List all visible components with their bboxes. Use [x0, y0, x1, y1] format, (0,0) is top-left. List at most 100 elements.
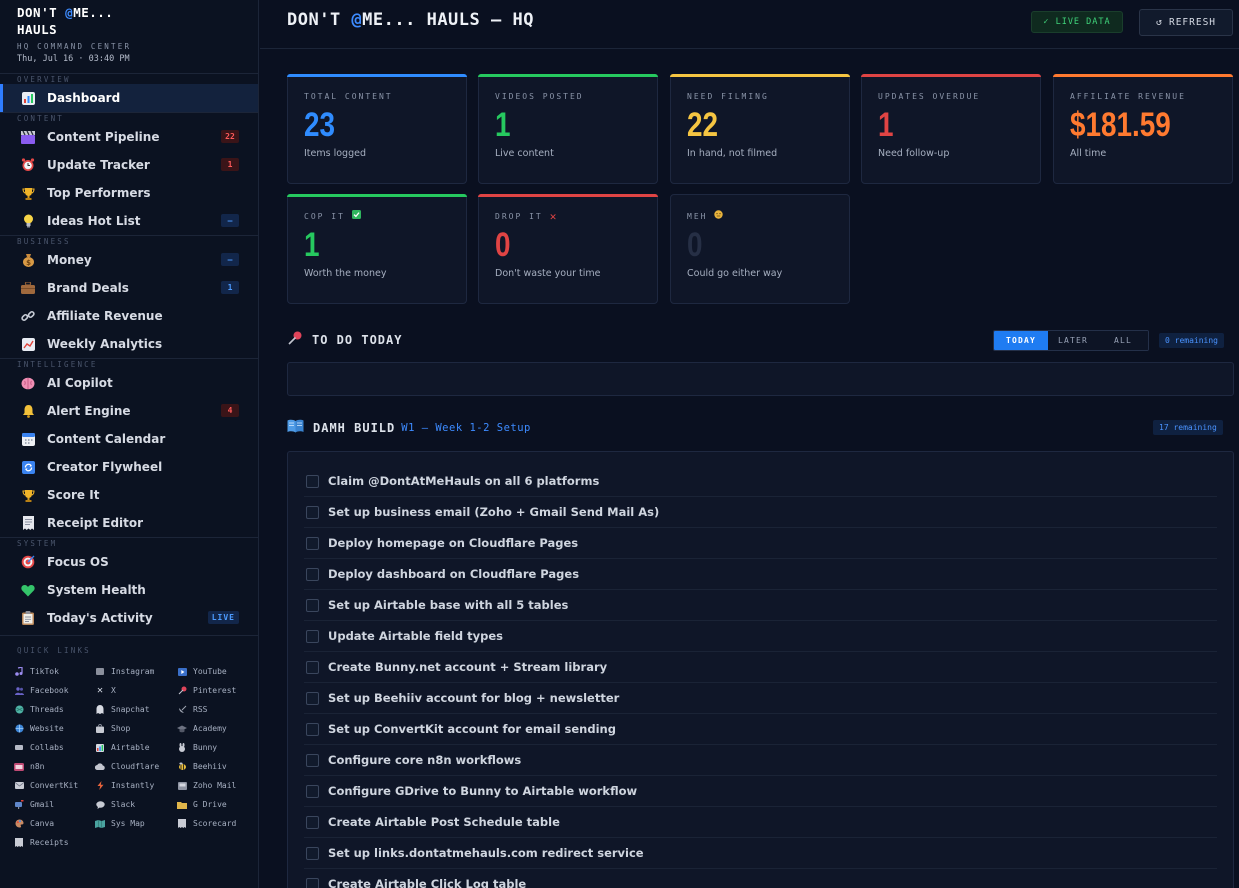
sidebar-item-score-it[interactable]: Score It [0, 481, 258, 509]
quick-link-tiktok[interactable]: TikTok [14, 662, 95, 681]
stat-card-videos-posted[interactable]: VIDEOS POSTED 1 Live content [478, 74, 658, 184]
quick-link-sys-map[interactable]: Sys Map [95, 814, 177, 833]
list-item[interactable]: Set up Airtable base with all 5 tables [304, 590, 1217, 621]
quick-link-shop[interactable]: Shop [95, 719, 177, 738]
sidebar-item-label: Money [47, 253, 92, 267]
stat-value: 1 [495, 106, 511, 144]
stat-card-updates-overdue[interactable]: UPDATES OVERDUE 1 Need follow-up [861, 74, 1041, 184]
stat-card-cop-it[interactable]: COP IT 1 Worth the money [287, 194, 467, 304]
list-item[interactable]: Set up ConvertKit account for email send… [304, 714, 1217, 745]
task-checkbox[interactable] [306, 567, 319, 581]
quick-link-pinterest[interactable]: Pinterest [177, 681, 257, 700]
list-item[interactable]: Set up links.dontatmehauls.com redirect … [304, 838, 1217, 869]
quick-link-canva[interactable]: Canva [14, 814, 95, 833]
sidebar-item-update-tracker[interactable]: Update Tracker 1 [0, 151, 258, 179]
quick-link-collabs[interactable]: Collabs [14, 738, 95, 757]
quick-link-convertkit[interactable]: ConvertKit [14, 776, 95, 795]
quick-link-zoho-mail[interactable]: Zoho Mail [177, 776, 257, 795]
quick-link-website[interactable]: Website [14, 719, 95, 738]
sidebar-item-weekly-analytics[interactable]: Weekly Analytics [0, 330, 258, 358]
sidebar-item-todays-activity[interactable]: Today's Activity LIVE [0, 604, 258, 632]
task-checkbox[interactable] [306, 660, 319, 674]
sidebar-item-ideas-hot-list[interactable]: Ideas Hot List — [0, 207, 258, 235]
quick-link-instantly[interactable]: Instantly [95, 776, 177, 795]
sidebar-item-content-pipeline[interactable]: Content Pipeline 22 [0, 123, 258, 151]
refresh-button[interactable]: ↺ REFRESH [1139, 9, 1233, 36]
task-checkbox[interactable] [306, 846, 319, 860]
quick-link-n8n[interactable]: n8n [14, 757, 95, 776]
sidebar-item-ai-copilot[interactable]: AI Copilot [0, 369, 258, 397]
brand-datetime: Thu, Jul 16 · 03:40 PM [17, 54, 130, 64]
sidebar-item-content-calendar[interactable]: Content Calendar [0, 425, 258, 453]
list-item[interactable]: Create Airtable Post Schedule table [304, 807, 1217, 838]
quick-link-g-drive[interactable]: G Drive [177, 795, 257, 814]
list-item[interactable]: Set up Beehiiv account for blog + newsle… [304, 683, 1217, 714]
quick-link-slack[interactable]: Slack [95, 795, 177, 814]
sidebar-item-receipt-editor[interactable]: Receipt Editor [0, 509, 258, 537]
task-checkbox[interactable] [306, 474, 319, 488]
quick-link-snapchat[interactable]: Snapchat [95, 700, 177, 719]
receipt-icon [177, 819, 187, 828]
sidebar-item-alert-engine[interactable]: Alert Engine 4 [0, 397, 258, 425]
list-item[interactable]: Deploy homepage on Cloudflare Pages [304, 528, 1217, 559]
task-checkbox[interactable] [306, 753, 319, 767]
list-item[interactable]: Update Airtable field types [304, 621, 1217, 652]
sidebar-item-focus-os[interactable]: Focus OS [0, 548, 258, 576]
quick-link-threads[interactable]: Threads [14, 700, 95, 719]
list-item[interactable]: Configure GDrive to Bunny to Airtable wo… [304, 776, 1217, 807]
stat-label: NEED FILMING [687, 91, 769, 101]
sidebar-item-affiliate-revenue[interactable]: Affiliate Revenue [0, 302, 258, 330]
brand-title[interactable]: DON'T @ME... HAULS [17, 4, 258, 38]
target-icon [20, 554, 36, 570]
list-item[interactable]: Claim @DontAtMeHauls on all 6 platforms [304, 466, 1217, 497]
task-checkbox[interactable] [306, 598, 319, 612]
sidebar-item-brand-deals[interactable]: Brand Deals 1 [0, 274, 258, 302]
quick-link-scorecard[interactable]: Scorecard [177, 814, 257, 833]
sidebar-item-dashboard[interactable]: Dashboard [0, 84, 258, 112]
brain-icon [20, 375, 36, 391]
sidebar-item-creator-flywheel[interactable]: Creator Flywheel [0, 453, 258, 481]
quick-link-x[interactable]: ✕ X [95, 681, 177, 700]
tab-today[interactable]: TODAY [994, 331, 1048, 350]
sidebar-item-label: Update Tracker [47, 158, 150, 172]
list-item[interactable]: Create Bunny.net account + Stream librar… [304, 652, 1217, 683]
sidebar-item-label: Creator Flywheel [47, 460, 163, 474]
inbox-icon [177, 781, 187, 790]
sidebar-item-label: Alert Engine [47, 404, 131, 418]
task-checkbox[interactable] [306, 536, 319, 550]
list-item[interactable]: Set up business email (Zoho + Gmail Send… [304, 497, 1217, 528]
task-checkbox[interactable] [306, 815, 319, 829]
stat-card-total-content[interactable]: TOTAL CONTENT 23 Items logged [287, 74, 467, 184]
tab-all[interactable]: ALL [1098, 331, 1148, 350]
quick-link-rss[interactable]: RSS [177, 700, 257, 719]
stat-card-meh[interactable]: MEH 0 Could go either way [670, 194, 850, 304]
task-checkbox[interactable] [306, 629, 319, 643]
quick-link-youtube[interactable]: YouTube [177, 662, 257, 681]
quick-link-instagram[interactable]: Instagram [95, 662, 177, 681]
quick-link-academy[interactable]: Academy [177, 719, 257, 738]
stat-card-need-filming[interactable]: NEED FILMING 22 In hand, not filmed [670, 74, 850, 184]
task-checkbox[interactable] [306, 784, 319, 798]
stat-card-drop-it[interactable]: DROP IT ✕ 0 Don't waste your time [478, 194, 658, 304]
tab-later[interactable]: LATER [1048, 331, 1098, 350]
stat-card-affiliate-revenue[interactable]: AFFILIATE REVENUE $181.59 All time [1053, 74, 1233, 184]
sidebar-item-system-health[interactable]: System Health [0, 576, 258, 604]
quick-link-beehiiv[interactable]: Beehiiv [177, 757, 257, 776]
quick-link-bunny[interactable]: Bunny [177, 738, 257, 757]
clipboard-icon [20, 610, 36, 626]
quick-link-gmail[interactable]: Gmail [14, 795, 95, 814]
quick-link-cloudflare[interactable]: Cloudflare [95, 757, 177, 776]
list-item[interactable]: Configure core n8n workflows [304, 745, 1217, 776]
task-checkbox[interactable] [306, 877, 319, 888]
sidebar-item-top-performers[interactable]: Top Performers [0, 179, 258, 207]
quick-link-airtable[interactable]: Airtable [95, 738, 177, 757]
task-checkbox[interactable] [306, 691, 319, 705]
task-checkbox[interactable] [306, 722, 319, 736]
list-item[interactable]: Create Airtable Click Log table [304, 869, 1217, 888]
task-checkbox[interactable] [306, 505, 319, 519]
quick-link-facebook[interactable]: Facebook [14, 681, 95, 700]
sidebar-item-money[interactable]: $ Money — [0, 246, 258, 274]
quick-link-receipts[interactable]: Receipts [14, 833, 95, 852]
list-item[interactable]: Deploy dashboard on Cloudflare Pages [304, 559, 1217, 590]
handshake-icon [14, 743, 24, 752]
